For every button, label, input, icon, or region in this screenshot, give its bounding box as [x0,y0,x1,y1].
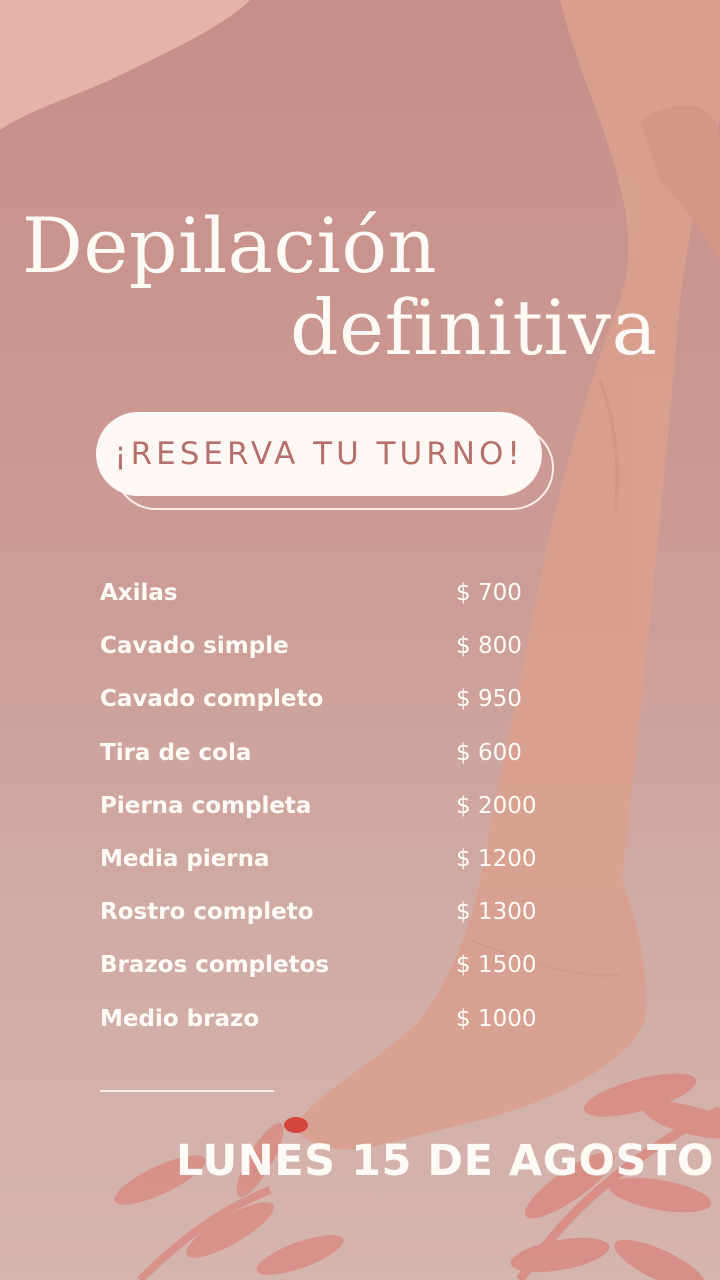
service-price: $ 1300 [456,899,537,926]
toenail [284,1117,308,1133]
list-item: Medio brazo $ 1000 [100,1006,560,1059]
list-item: Media pierna $ 1200 [100,846,560,899]
reserve-button[interactable]: ¡RESERVA TU TURNO! [96,412,542,496]
list-item: Cavado completo $ 950 [100,686,560,739]
page-title: Depilación definitiva [0,0,720,380]
service-name: Medio brazo [100,1005,260,1032]
service-name: Axilas [100,580,178,606]
service-price: $ 600 [456,739,522,766]
service-price: $ 1200 [456,845,537,872]
price-list: Axilas $ 700 Cavado simple $ 800 Cavado … [100,580,560,1059]
service-name: Media pierna [100,845,270,872]
service-name: Pierna completa [100,792,312,819]
service-price: $ 1500 [456,952,537,979]
service-name: Rostro completo [100,899,314,926]
service-name: Brazos completos [100,952,330,979]
list-item: Cavado simple $ 800 [100,633,560,686]
service-price: $ 700 [456,580,522,606]
service-name: Cavado simple [100,633,289,660]
event-date: LUNES 15 DE AGOSTO [176,1136,714,1186]
divider [100,1090,274,1092]
list-item: Rostro completo $ 1300 [100,899,560,952]
list-item: Tira de cola $ 600 [100,740,560,793]
service-price: $ 800 [456,633,522,660]
title-line-1: Depilación [22,201,438,290]
service-name: Tira de cola [100,739,252,766]
title-line-2: definitiva [290,283,658,372]
list-item: Brazos completos $ 1500 [100,952,560,1005]
service-price: $ 950 [456,686,522,713]
service-price: $ 2000 [456,792,537,819]
service-price: $ 1000 [456,1005,537,1032]
list-item: Axilas $ 700 [100,580,560,633]
service-name: Cavado completo [100,686,324,713]
list-item: Pierna completa $ 2000 [100,793,560,846]
